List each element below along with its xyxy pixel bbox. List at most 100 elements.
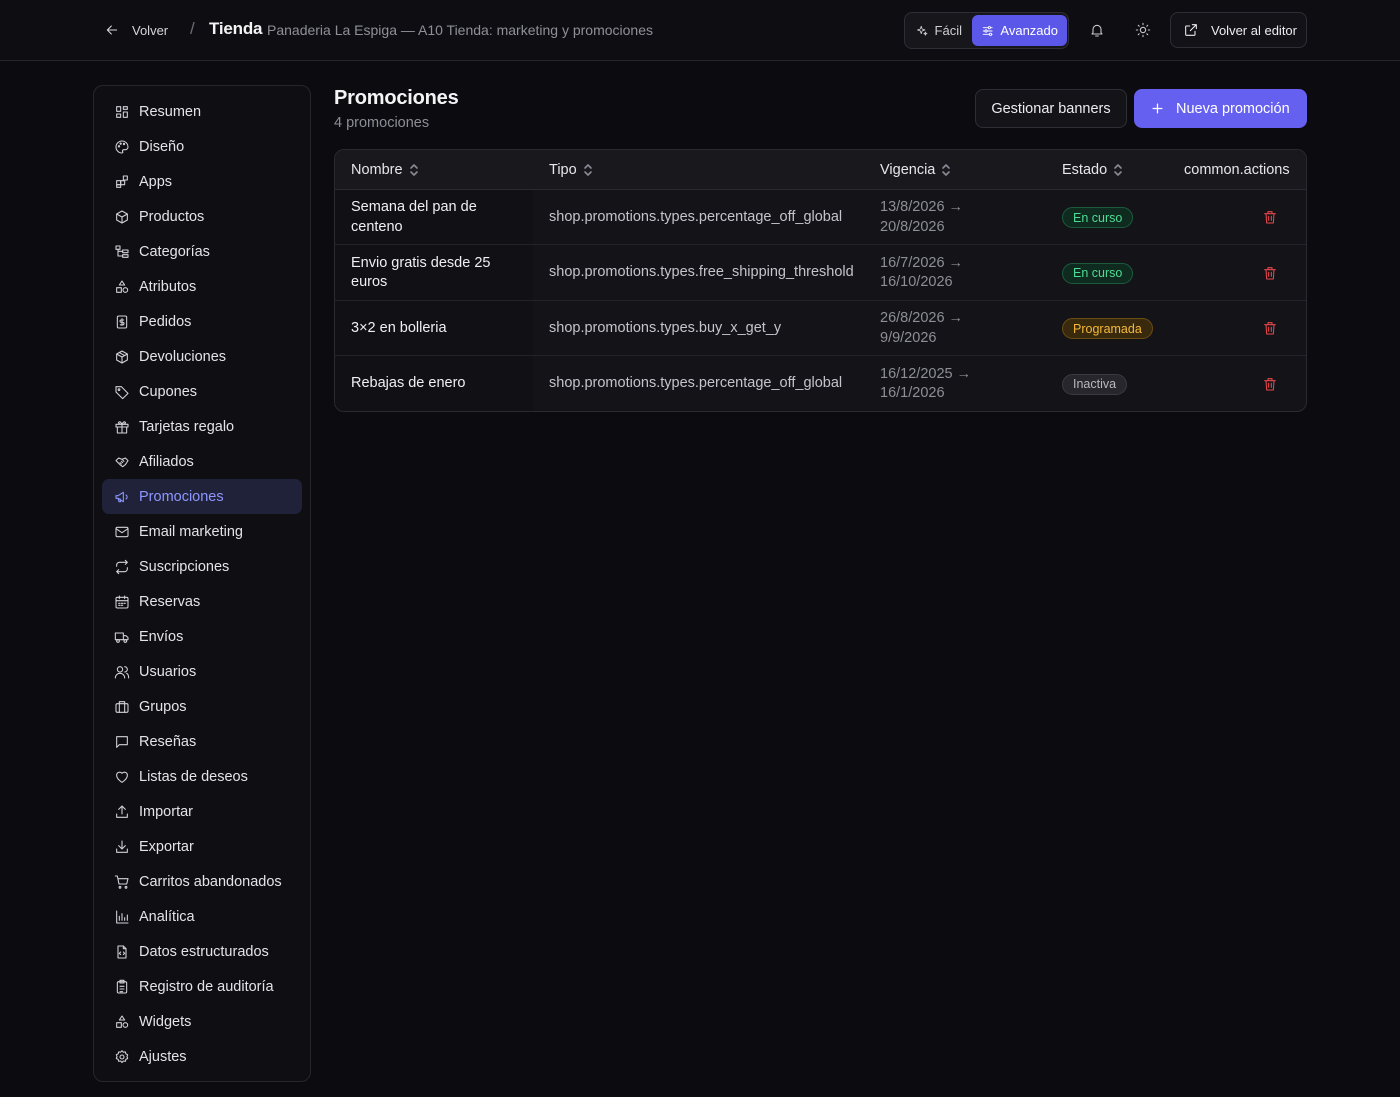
category-tree-icon [115,244,129,258]
sidebar-item-label: Apps [139,173,173,190]
theme-toggle-button[interactable] [1131,18,1155,42]
sidebar-item-apps[interactable]: Apps [102,164,302,199]
shapes-icon [116,1014,129,1028]
promotion-validity: 26/8/2026 → 9/9/2026 [880,310,964,346]
sidebar-item-diseno[interactable]: Diseño [102,129,302,164]
sidebar-item-label: Devoluciones [139,348,227,365]
promotion-type: shop.promotions.types.buy_x_get_y [549,319,782,336]
sidebar-item-label: Resumen [139,103,202,120]
file-code-icon [117,944,127,959]
sidebar-item-atributos[interactable]: Atributos [102,269,302,304]
sidebar-item-label: Atributos [139,278,197,295]
column-label: Nombre [351,162,403,178]
sidebar-item-label: Importar [139,803,193,820]
mode-easy-button[interactable]: Fácil [907,15,971,46]
sidebar-item-promociones[interactable]: Promociones [102,479,302,514]
sidebar-item-carritos-abandonados[interactable]: Carritos abandonados [102,864,302,899]
sidebar-item-widgets[interactable]: Widgets [102,1004,302,1039]
promotion-name: 3×2 en bolleria [351,319,447,336]
promotion-name: Envio gratis desde 25 euros [351,254,491,291]
page-title: Promociones [334,87,459,109]
mode-switch: Fácil Avanzado [904,12,1069,49]
table-row[interactable]: Envio gratis desde 25 euros shop.promotio… [335,246,1306,301]
trash-icon[interactable] [1262,376,1278,392]
sidebar-item-label: Diseño [139,138,185,155]
table-row[interactable]: 3×2 en bolleria shop.promotions.types.buy… [335,301,1306,356]
manage-banners-button[interactable]: Gestionar banners [975,89,1127,128]
status-badge: Inactiva [1062,373,1128,395]
sidebar-item-grupos[interactable]: Grupos [102,689,302,724]
trash-icon[interactable] [1262,320,1278,336]
promotion-validity: 16/12/2025 → 16/1/2026 [880,365,972,402]
sidebar-item-afiliados[interactable]: Afiliados [102,444,302,479]
new-promotion-button[interactable]: Nueva promoción [1134,89,1307,128]
sidebar-item-label: Cupones [139,383,198,400]
sidebar-item-analitica[interactable]: Analítica [102,899,302,934]
trash-icon[interactable] [1262,209,1278,225]
sidebar-item-reservas[interactable]: Reservas [102,584,302,619]
sidebar-item-listas-de-deseos[interactable]: Listas de deseos [102,759,302,794]
sidebar-item-categorias[interactable]: Categorías [102,234,302,269]
sidebar-item-label: Datos estructurados [139,943,269,960]
mode-easy-label: Fácil [934,23,962,38]
breadcrumb-subtitle: Panaderia La Espiga — A10 Tienda: market… [267,22,654,38]
column-header-type[interactable]: Tipo [549,150,593,190]
sidebar-item-label: Ajustes [139,1048,187,1065]
sidebar-item-resumen[interactable]: Resumen [102,94,302,129]
sun-icon [1135,22,1151,38]
sidebar-item-registro-de-auditoria[interactable]: Registro de auditoría [102,969,302,1004]
promotion-name: Semana del pan de centeno [351,199,477,235]
sidebar-item-suscripciones[interactable]: Suscripciones [102,549,302,584]
sidebar-item-datos-estructurados[interactable]: Datos estructurados [102,934,302,969]
column-header-status[interactable]: Estado [1062,150,1123,190]
sidebar-item-label: Reservas [139,593,201,610]
status-badge: En curso [1062,262,1134,284]
column-header-actions: common.actions [1184,150,1290,190]
sidebar-item-ajustes[interactable]: Ajustes [102,1039,302,1074]
sidebar-item-exportar[interactable]: Exportar [102,829,302,864]
calendar-icon [115,594,129,609]
manage-banners-label: Gestionar banners [991,100,1111,117]
sidebar-item-importar[interactable]: Importar [102,794,302,829]
back-to-editor-label: Volver al editor [1211,22,1297,38]
column-header-validity[interactable]: Vigencia [880,150,951,190]
sparkles-icon [917,25,928,36]
sidebar-item-devoluciones[interactable]: Devoluciones [102,339,302,374]
sort-icon [583,164,592,176]
receipt-icon [116,314,128,329]
sidebar-item-label: Grupos [139,698,187,715]
notifications-button[interactable] [1085,18,1109,42]
column-header-name[interactable]: Nombre [351,150,419,190]
sidebar-item-label: Afiliados [139,453,194,470]
sidebar-item-pedidos[interactable]: Pedidos [102,304,302,339]
breadcrumb-separator: / [190,19,195,38]
sidebar-item-tarjetas-regalo[interactable]: Tarjetas regalo [102,409,302,444]
sort-icon [942,164,951,176]
back-to-editor-button[interactable]: Volver al editor [1170,12,1307,48]
clipboard-list-icon [116,979,128,994]
sidebar-item-label: Productos [139,208,205,225]
breadcrumb-title: Tienda [209,19,263,38]
promotions-table: Nombre Tipo Vigencia Estado common.actio… [334,149,1307,412]
message-square-icon [116,735,128,748]
back-button[interactable]: Volver [104,18,168,42]
sidebar-item-productos[interactable]: Productos [102,199,302,234]
trash-icon[interactable] [1262,265,1278,281]
heart-icon [116,771,128,783]
promotion-type: shop.promotions.types.percentage_off_glo… [549,208,843,225]
sidebar-item-resenas[interactable]: Reseñas [102,724,302,759]
tag-icon [115,385,129,399]
table-row[interactable]: Semana del pan de centeno shop.promotions… [335,190,1306,245]
box-icon [116,209,128,224]
sidebar-item-envios[interactable]: Envíos [102,619,302,654]
promotion-type: shop.promotions.types.free_shipping_thre… [549,264,854,281]
sidebar-item-usuarios[interactable]: Usuarios [102,654,302,689]
sidebar-item-label: Reseñas [139,733,197,750]
mode-advanced-button[interactable]: Avanzado [972,15,1067,46]
sidebar-item-email-marketing[interactable]: Email marketing [102,514,302,549]
table-row[interactable]: Rebajas de enero shop.promotions.types.pe… [335,357,1306,412]
sidebar-item-label: Promociones [139,488,224,505]
sort-icon [409,164,418,176]
sidebar-item-cupones[interactable]: Cupones [102,374,302,409]
new-promotion-label: Nueva promoción [1176,100,1290,117]
